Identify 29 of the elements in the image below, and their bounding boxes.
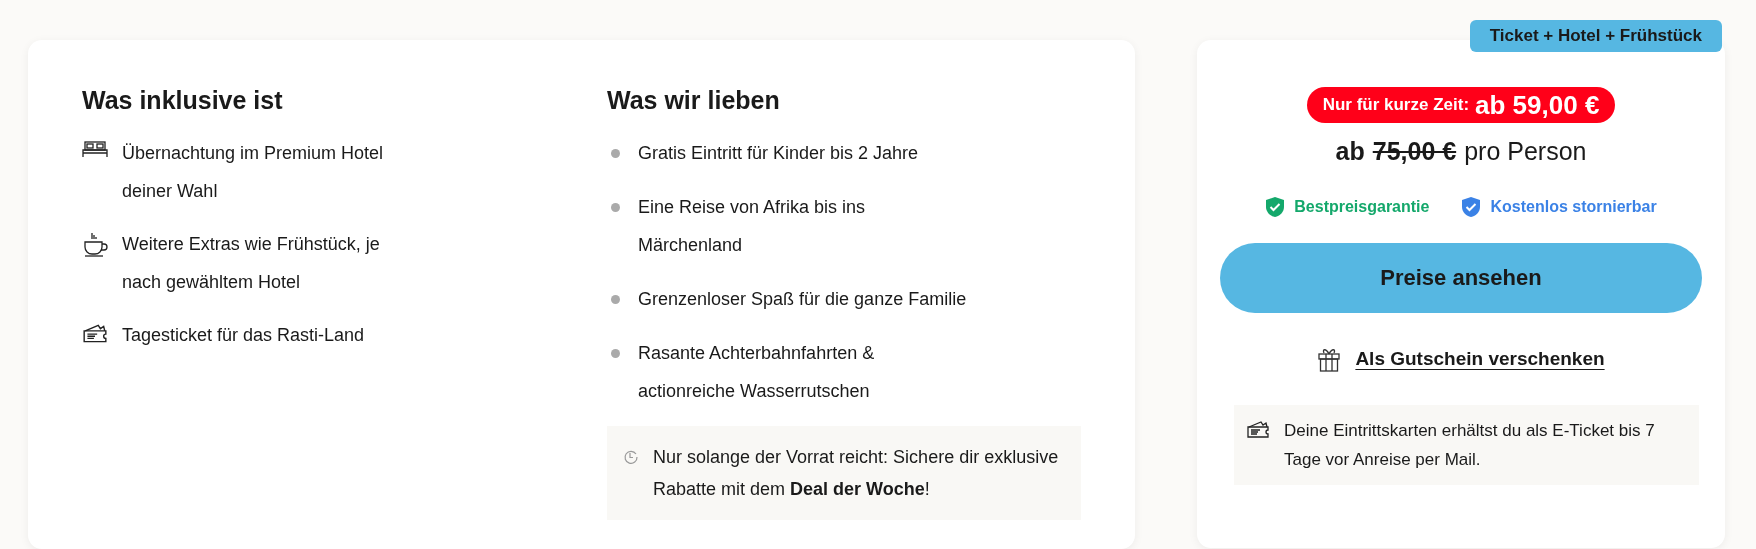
guarantee-label: Kostenlos stornierbar [1490, 196, 1657, 217]
info-text: Deine Eintrittskarten erhältst du als E-Ticket bis 7 Tage vor Anreise per Mail. [1284, 420, 1656, 471]
clock-icon [623, 448, 639, 465]
section-heading: Was wir lieben [607, 85, 781, 116]
feature-item: Eine Reise von Afrika bis ins Märchenland [638, 195, 867, 257]
bullet-icon [611, 202, 620, 212]
included-item: Übernachtung im Premium Hotel deiner Wahl [122, 141, 385, 203]
cup-icon [82, 230, 108, 257]
price-unit: pro Person [1464, 136, 1587, 167]
bullet-icon [611, 294, 620, 304]
included-item: Weitere Extras wie Frühstück, je nach gewähltem Hotel [122, 232, 381, 294]
see-prices-button[interactable]: Preise ansehen [1220, 242, 1702, 313]
feature-item: Rasante Achterbahnfahrten & actionreiche Wasserrutschen [638, 341, 876, 403]
old-price: 75,00 € [1372, 136, 1457, 167]
promo-label: Nur für kurze Zeit: [1322, 94, 1470, 117]
feature-item: Grenzenloser Spaß für die ganze Familie [638, 287, 968, 311]
ticket-icon [1246, 419, 1270, 439]
gift-voucher-link[interactable]: Als Gutschein verschenken [1355, 344, 1605, 373]
included-item: Tagesticket für das Rasti-Land [122, 323, 366, 347]
price-prefix: ab [1335, 136, 1365, 167]
notice-text: Nur solange der Vorrat reicht: Sichere dir exklusive Rabatte mit dem Deal der Woche! [653, 445, 1060, 501]
section-heading: Was inklusive ist [82, 85, 284, 116]
bed-icon [82, 139, 108, 158]
package-badge: Ticket + Hotel + Frühstück [1469, 20, 1722, 52]
guarantee-label: Bestpreisgarantie [1294, 196, 1430, 217]
bullet-icon [611, 348, 620, 358]
bullet-icon [611, 148, 620, 158]
feature-item: Gratis Eintritt für Kinder bis 2 Jahre [638, 141, 920, 165]
promo-price: ab 59,00 € [1475, 88, 1600, 122]
